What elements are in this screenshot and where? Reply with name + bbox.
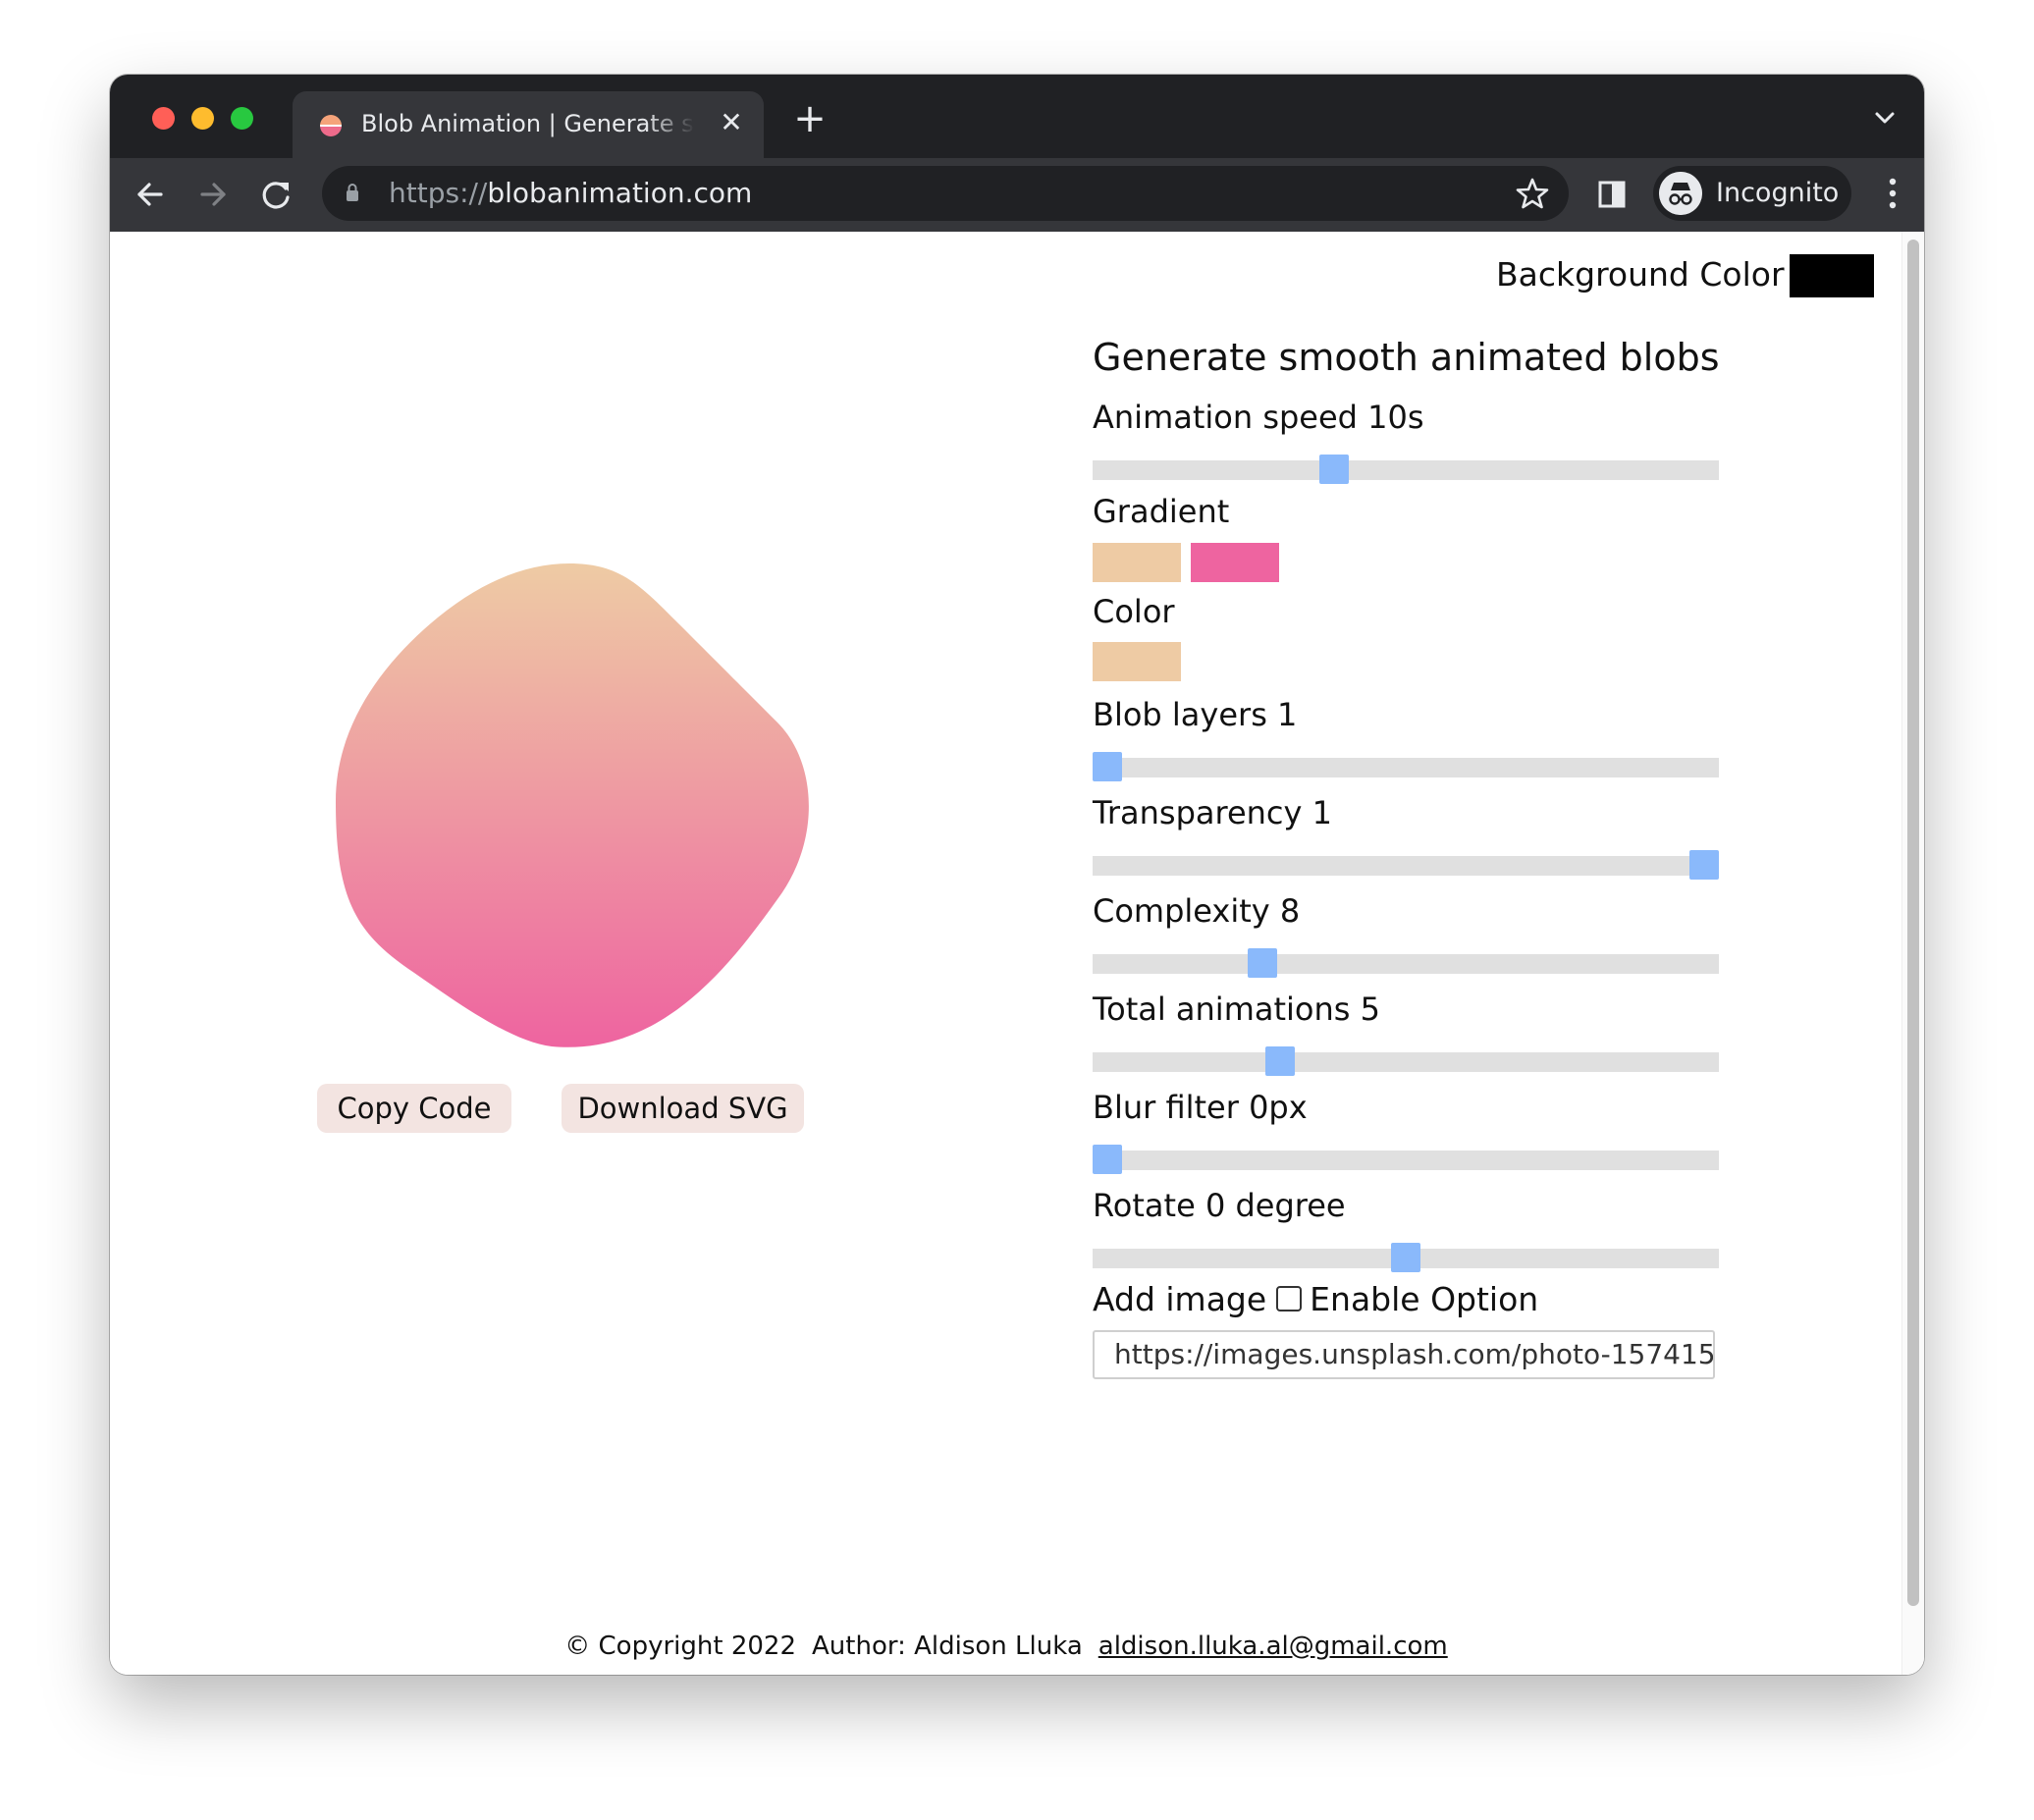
complexity-slider-thumb[interactable] xyxy=(1248,948,1278,978)
copy-code-button[interactable]: Copy Code xyxy=(317,1084,511,1133)
animation-speed-slider-thumb[interactable] xyxy=(1319,455,1350,484)
maximize-window-button[interactable] xyxy=(231,107,253,130)
browser-tab[interactable]: Blob Animation | Generate smooth animate… xyxy=(293,91,764,158)
background-color-label: Background Color xyxy=(1496,255,1785,294)
total-animations-slider-thumb[interactable] xyxy=(1265,1046,1296,1076)
page-viewport: Background Color Copy Code Download SVG … xyxy=(110,232,1924,1675)
incognito-profile-button[interactable]: Incognito xyxy=(1653,166,1851,221)
lock-icon[interactable] xyxy=(346,183,359,202)
total-animations-slider[interactable] xyxy=(1093,1046,1719,1076)
more-menu-icon[interactable] xyxy=(1887,174,1899,213)
tab-strip: Blob Animation | Generate smooth animate… xyxy=(110,75,1924,158)
complexity-slider[interactable] xyxy=(1093,948,1719,978)
gradient-label: Gradient xyxy=(1093,493,1230,530)
favicon-icon xyxy=(320,115,342,136)
animation-speed-label: Animation speed 10s xyxy=(1093,399,1424,436)
add-image-label: Add image xyxy=(1093,1280,1267,1318)
back-arrow-icon[interactable] xyxy=(128,172,173,217)
rotate-slider-thumb[interactable] xyxy=(1391,1243,1420,1272)
color-picker[interactable] xyxy=(1093,642,1181,681)
transparency-label: Transparency 1 xyxy=(1093,794,1332,831)
transparency-slider[interactable] xyxy=(1093,850,1719,880)
tab-title: Blob Animation | Generate smooth animate… xyxy=(361,110,695,137)
animation-speed-slider[interactable] xyxy=(1093,455,1719,484)
browser-toolbar: https://blobanimation.com Incognito xyxy=(110,158,1924,232)
email-link[interactable]: aldison.lluka.al@gmail.com xyxy=(1098,1632,1448,1661)
blob-preview xyxy=(336,563,809,1047)
forward-arrow-icon[interactable] xyxy=(190,172,236,217)
enable-option-checkbox[interactable] xyxy=(1276,1286,1303,1311)
close-tab-icon[interactable]: ✕ xyxy=(717,105,746,140)
blur-filter-label: Blur filter 0px xyxy=(1093,1089,1308,1126)
reload-icon[interactable] xyxy=(253,172,298,217)
footer: © Copyright 2022 Author: Aldison Lluka ald… xyxy=(110,1630,1902,1663)
enable-option-label[interactable]: Enable Option xyxy=(1310,1280,1538,1318)
rotate-slider[interactable] xyxy=(1093,1243,1719,1272)
complexity-label: Complexity 8 xyxy=(1093,892,1301,930)
url-text[interactable]: https://blobanimation.com xyxy=(389,176,752,211)
download-svg-button[interactable]: Download SVG xyxy=(562,1084,804,1133)
url-host: blobanimation.com xyxy=(487,177,753,209)
browser-window: Blob Animation | Generate smooth animate… xyxy=(110,75,1924,1675)
background-color-picker[interactable] xyxy=(1790,254,1874,297)
gradient-start-color-picker[interactable] xyxy=(1093,543,1181,582)
scrollbar-thumb[interactable] xyxy=(1907,240,1919,1606)
blob-layers-label: Blob layers 1 xyxy=(1093,696,1298,733)
vertical-scrollbar[interactable] xyxy=(1901,232,1924,1675)
page-heading: Generate smooth animated blobs xyxy=(1093,336,1720,379)
rotate-label: Rotate 0 degree xyxy=(1093,1187,1346,1224)
side-panel-icon[interactable] xyxy=(1592,175,1632,214)
incognito-icon xyxy=(1659,172,1702,215)
blob-layers-slider[interactable] xyxy=(1093,752,1719,781)
bookmark-star-icon[interactable] xyxy=(1516,177,1549,210)
minimize-window-button[interactable] xyxy=(191,107,214,130)
total-animations-label: Total animations 5 xyxy=(1093,990,1380,1028)
copyright-text: © Copyright 2022 xyxy=(564,1632,796,1661)
gradient-end-color-picker[interactable] xyxy=(1191,543,1279,582)
blob-shape xyxy=(336,563,809,1047)
image-url-input[interactable]: https://images.unsplash.com/photo-157415… xyxy=(1093,1330,1715,1379)
close-window-button[interactable] xyxy=(152,107,175,130)
add-image-row: Add image Enable Option xyxy=(1093,1279,1538,1320)
blob-layers-slider-thumb[interactable] xyxy=(1093,752,1122,781)
color-label: Color xyxy=(1093,593,1175,630)
blur-filter-slider-thumb[interactable] xyxy=(1093,1145,1122,1174)
url-scheme: https:// xyxy=(389,177,488,209)
author-text: Author: Aldison Lluka xyxy=(812,1632,1083,1661)
address-bar[interactable]: https://blobanimation.com xyxy=(322,166,1569,221)
transparency-slider-thumb[interactable] xyxy=(1689,850,1719,880)
new-tab-icon[interactable]: + xyxy=(787,96,832,141)
profile-label: Incognito xyxy=(1716,178,1840,208)
tab-search-chevron-icon[interactable] xyxy=(1869,102,1900,134)
blur-filter-slider[interactable] xyxy=(1093,1145,1719,1174)
